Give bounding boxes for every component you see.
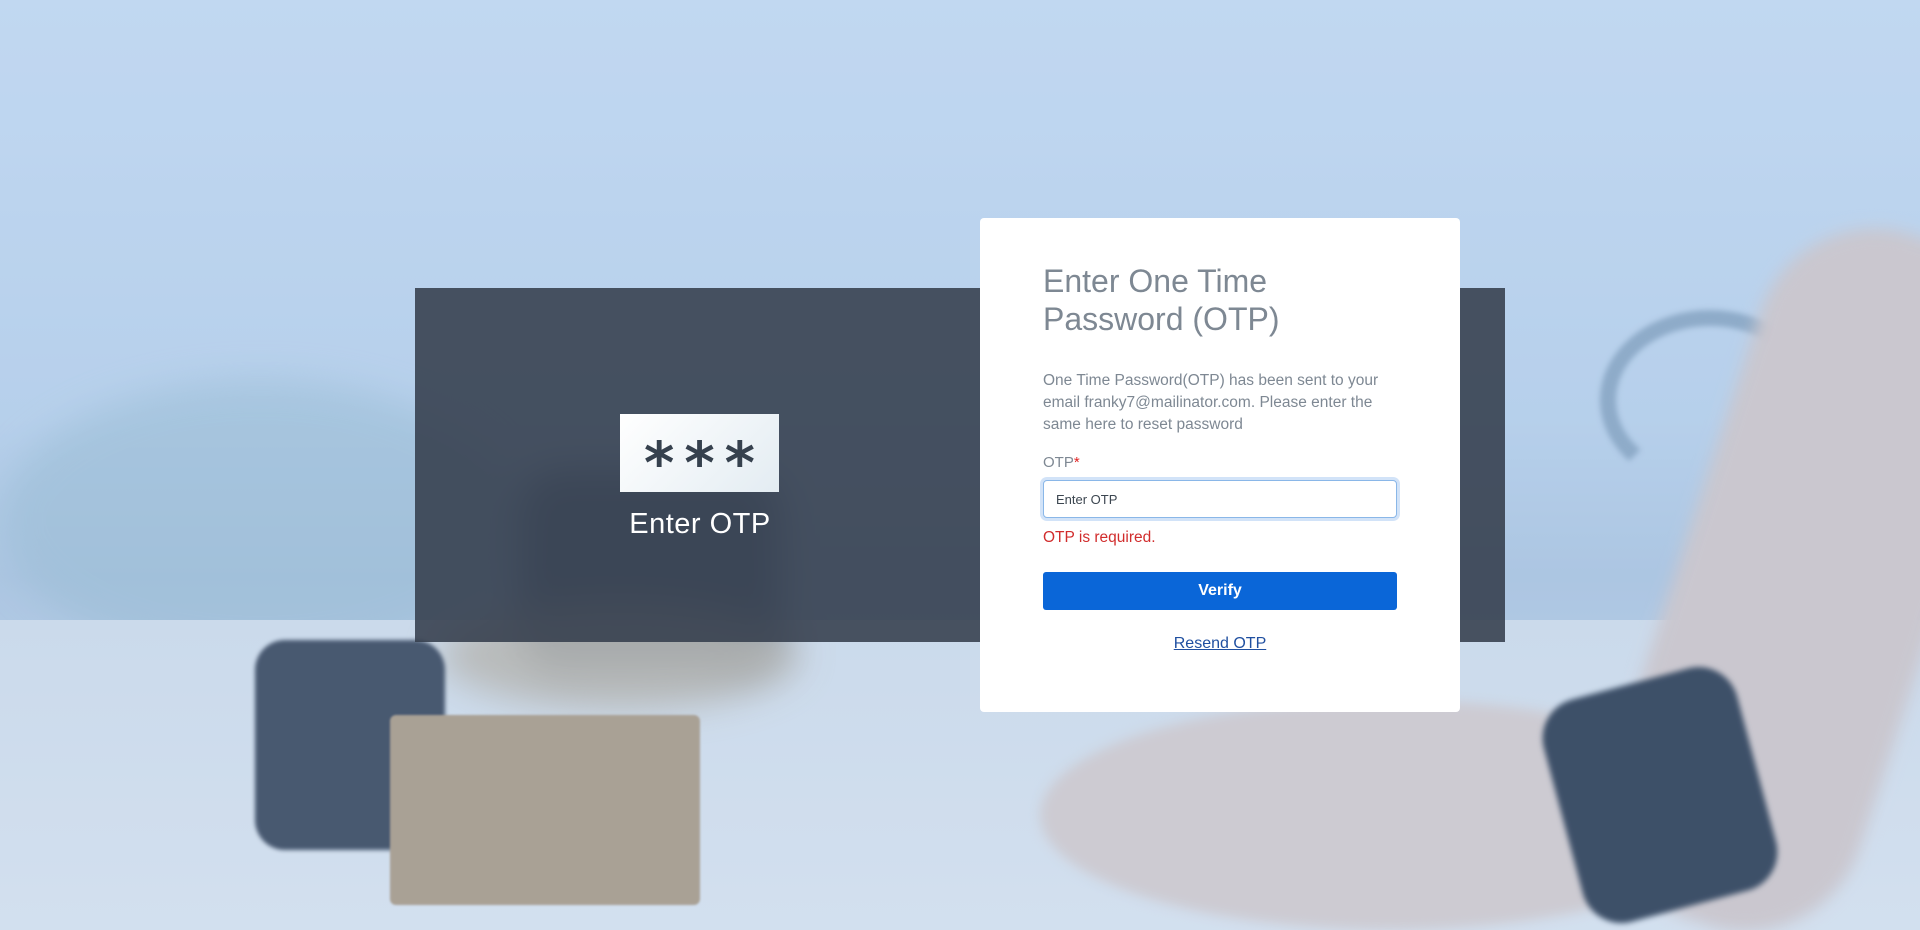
password-asterisks-icon: ***: [620, 414, 779, 492]
otp-error-message: OTP is required.: [1043, 529, 1156, 546]
hero-caption: Enter OTP: [629, 508, 771, 540]
otp-input[interactable]: [1043, 480, 1397, 518]
otp-instructions: One Time Password(OTP) has been sent to …: [1043, 372, 1379, 433]
otp-card: Enter One Time Password (OTP) One Time P…: [980, 218, 1460, 712]
otp-field-label: OTP*: [1043, 454, 1080, 471]
page-title: Enter One Time Password (OTP): [1043, 263, 1280, 337]
verify-button[interactable]: Verify: [1043, 572, 1397, 610]
otp-label-text: OTP: [1043, 454, 1074, 471]
resend-otp-link[interactable]: Resend OTP: [1043, 635, 1397, 653]
required-marker: *: [1073, 454, 1080, 471]
